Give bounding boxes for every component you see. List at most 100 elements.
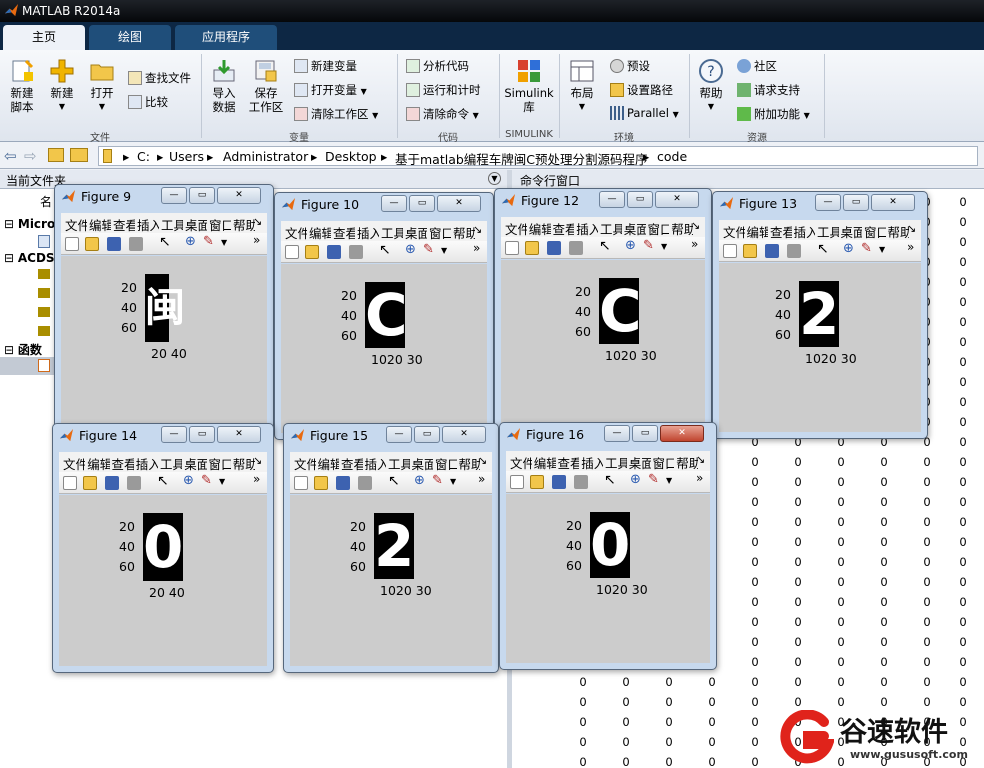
chevron-down-icon[interactable]: ▼ bbox=[879, 245, 885, 254]
save-icon[interactable] bbox=[765, 244, 779, 258]
figure-menu-item[interactable]: 工具 bbox=[817, 222, 839, 241]
collapse-icon[interactable]: ⊟ bbox=[4, 343, 18, 357]
pointer-icon[interactable]: ↖ bbox=[157, 473, 169, 489]
pointer-icon[interactable]: ↖ bbox=[599, 238, 611, 254]
print-icon[interactable] bbox=[574, 475, 588, 489]
figure-menu-item[interactable]: 桌面 bbox=[841, 222, 863, 241]
figure-menu-item[interactable]: 桌面 bbox=[184, 454, 206, 473]
figure-menu-item[interactable]: 窗口 bbox=[429, 223, 451, 242]
menu-overflow-icon[interactable]: ↘ bbox=[696, 453, 705, 466]
back-arrow-icon[interactable]: ⇦ bbox=[4, 147, 17, 165]
print-icon[interactable] bbox=[358, 476, 372, 490]
pointer-icon[interactable]: ↖ bbox=[159, 234, 171, 250]
brush-icon[interactable]: ✎ bbox=[423, 242, 434, 257]
chevron-down-icon[interactable]: ▼ bbox=[221, 238, 227, 247]
zoom-in-icon[interactable]: ⊕ bbox=[414, 473, 425, 488]
close-button[interactable]: ✕ bbox=[660, 425, 704, 442]
panel-menu-icon[interactable]: ▼ bbox=[488, 172, 501, 185]
new-figure-icon[interactable] bbox=[510, 475, 524, 489]
community-button[interactable]: 社区 bbox=[737, 58, 777, 74]
figure-menu-item[interactable]: 文件 bbox=[63, 454, 85, 473]
new-figure-icon[interactable] bbox=[65, 237, 79, 251]
print-icon[interactable] bbox=[349, 245, 363, 259]
figure-window[interactable]: Figure 14—▭✕文件编辑查看插入工具桌面窗口帮助↘↖⊕✎▼»020406… bbox=[52, 423, 274, 673]
new-figure-icon[interactable] bbox=[285, 245, 299, 259]
figure-menu-item[interactable]: 帮助 bbox=[676, 453, 698, 472]
figure-menu-item[interactable]: 编辑 bbox=[534, 453, 556, 472]
pointer-icon[interactable]: ↖ bbox=[604, 472, 616, 488]
path-segment[interactable]: C: bbox=[137, 149, 150, 164]
figure-menu-item[interactable]: 窗口 bbox=[864, 222, 886, 241]
tab-home[interactable]: 主页 bbox=[3, 25, 85, 50]
save-icon[interactable] bbox=[107, 237, 121, 251]
menu-overflow-icon[interactable]: ↘ bbox=[691, 219, 700, 232]
open-variable-button[interactable]: 打开变量 ▼ bbox=[294, 82, 367, 98]
open-file-icon[interactable] bbox=[83, 476, 97, 490]
figure-menu-item[interactable]: 桌面 bbox=[185, 215, 207, 234]
figure-menu-item[interactable]: 插入 bbox=[794, 222, 816, 241]
pointer-icon[interactable]: ↖ bbox=[388, 473, 400, 489]
addons-button[interactable]: 附加功能 ▼ bbox=[737, 106, 810, 122]
pointer-icon[interactable]: ↖ bbox=[817, 241, 829, 257]
figure-window[interactable]: Figure 12—▭✕文件编辑查看插入工具桌面窗口帮助↘↖⊕✎▼»C20406… bbox=[494, 188, 712, 436]
toolbar-overflow-icon[interactable]: » bbox=[691, 237, 698, 251]
minimize-button[interactable]: — bbox=[161, 426, 187, 443]
import-data-button[interactable]: 导入 数据 bbox=[206, 58, 242, 114]
figure-menu-item[interactable]: 桌面 bbox=[624, 219, 646, 238]
brush-icon[interactable]: ✎ bbox=[201, 473, 212, 488]
new-button[interactable]: 新建 ▼ bbox=[44, 58, 80, 114]
close-button[interactable]: ✕ bbox=[442, 426, 486, 443]
pointer-icon[interactable]: ↖ bbox=[379, 242, 391, 258]
chevron-down-icon[interactable]: ▼ bbox=[441, 246, 447, 255]
toolbar-overflow-icon[interactable]: » bbox=[478, 472, 485, 486]
tab-apps[interactable]: 应用程序 bbox=[175, 25, 277, 50]
figure-menu-item[interactable]: 文件 bbox=[294, 454, 316, 473]
maximize-button[interactable]: ▭ bbox=[627, 191, 653, 208]
simulink-library-button[interactable]: Simulink 库 bbox=[503, 58, 555, 114]
figure-menu-item[interactable]: 窗口 bbox=[209, 215, 231, 234]
close-button[interactable]: ✕ bbox=[217, 187, 261, 204]
list-item[interactable]: ⊟ ACDS bbox=[4, 251, 55, 265]
menu-overflow-icon[interactable]: ↘ bbox=[473, 223, 482, 236]
maximize-button[interactable]: ▭ bbox=[414, 426, 440, 443]
figure-menu-item[interactable]: 文件 bbox=[65, 215, 87, 234]
figure-window[interactable]: Figure 10—▭✕文件编辑查看插入工具桌面窗口帮助↘↖⊕✎▼»C20406… bbox=[274, 192, 494, 440]
toolbar-overflow-icon[interactable]: » bbox=[907, 240, 914, 254]
save-workspace-button[interactable]: 保存 工作区 bbox=[246, 58, 286, 114]
figure-menu-item[interactable]: 桌面 bbox=[629, 453, 651, 472]
figure-menu-item[interactable]: 文件 bbox=[285, 223, 307, 242]
zoom-in-icon[interactable]: ⊕ bbox=[185, 234, 196, 249]
figure-menu-item[interactable]: 查看 bbox=[333, 223, 355, 242]
maximize-button[interactable]: ▭ bbox=[409, 195, 435, 212]
brush-icon[interactable]: ✎ bbox=[643, 238, 654, 253]
open-file-icon[interactable] bbox=[530, 475, 544, 489]
maximize-button[interactable]: ▭ bbox=[189, 426, 215, 443]
figure-menu-item[interactable]: 查看 bbox=[112, 454, 134, 473]
new-script-button[interactable]: 新建 脚本 bbox=[4, 58, 40, 114]
save-icon[interactable] bbox=[552, 475, 566, 489]
new-figure-icon[interactable] bbox=[505, 241, 519, 255]
maximize-button[interactable]: ▭ bbox=[632, 425, 658, 442]
close-button[interactable]: ✕ bbox=[655, 191, 699, 208]
figure-menu-item[interactable]: 桌面 bbox=[412, 454, 434, 473]
forward-arrow-icon[interactable]: ⇨ bbox=[24, 147, 37, 165]
save-icon[interactable] bbox=[327, 245, 341, 259]
minimize-button[interactable]: — bbox=[161, 187, 187, 204]
figure-menu-item[interactable]: 编辑 bbox=[309, 223, 331, 242]
figure-menu-item[interactable]: 查看 bbox=[341, 454, 363, 473]
open-button[interactable]: 打开 ▼ bbox=[84, 58, 120, 114]
figure-menu-item[interactable]: 帮助 bbox=[671, 219, 693, 238]
open-file-icon[interactable] bbox=[743, 244, 757, 258]
figure-menu-item[interactable]: 文件 bbox=[505, 219, 527, 238]
close-button[interactable]: ✕ bbox=[437, 195, 481, 212]
zoom-in-icon[interactable]: ⊕ bbox=[405, 242, 416, 257]
run-and-time-button[interactable]: 运行和计时 bbox=[406, 82, 481, 98]
zoom-in-icon[interactable]: ⊕ bbox=[630, 472, 641, 487]
save-icon[interactable] bbox=[336, 476, 350, 490]
column-name-header[interactable]: 名 bbox=[40, 193, 52, 210]
print-icon[interactable] bbox=[787, 244, 801, 258]
figure-menu-item[interactable]: 工具 bbox=[605, 453, 627, 472]
toolbar-overflow-icon[interactable]: » bbox=[696, 471, 703, 485]
minimize-button[interactable]: — bbox=[381, 195, 407, 212]
collapse-icon[interactable]: ⊟ bbox=[4, 217, 18, 231]
